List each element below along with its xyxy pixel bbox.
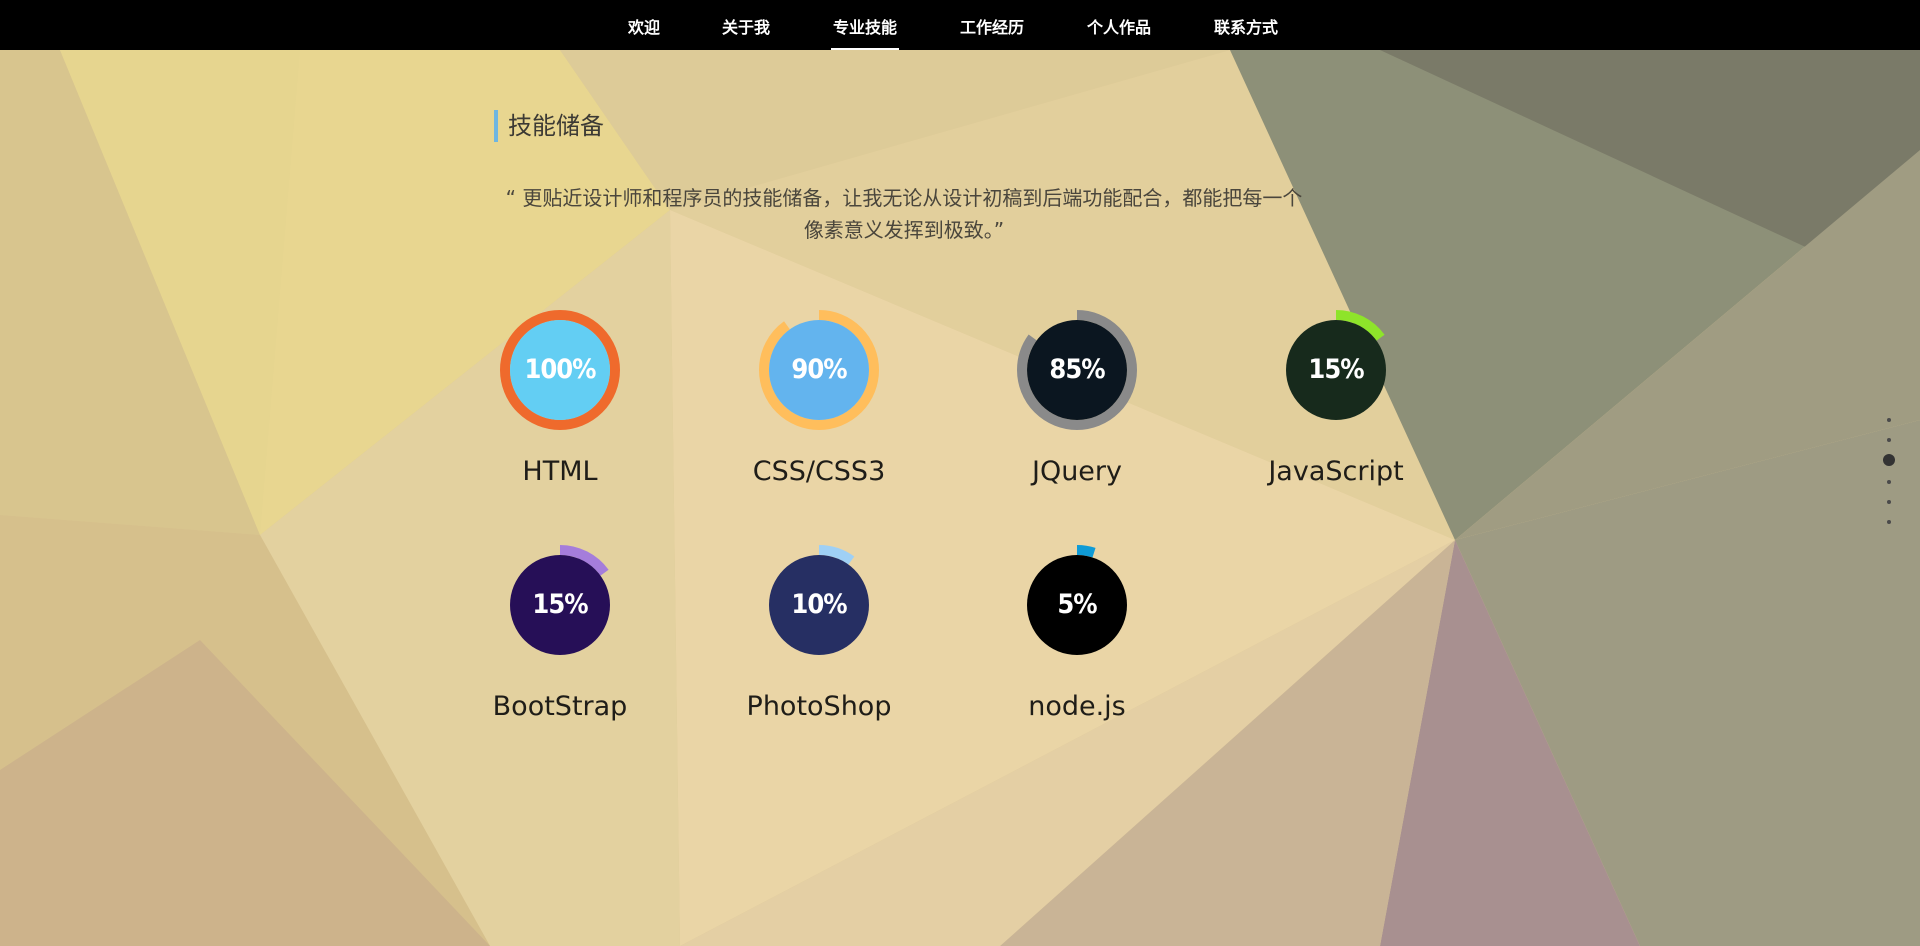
- nav-item-works[interactable]: 个人作品: [1085, 0, 1153, 50]
- skill-name: JavaScript: [1268, 456, 1404, 487]
- side-dot-4[interactable]: [1887, 500, 1891, 504]
- skill-name: BootStrap: [492, 691, 628, 722]
- section-title: 技能储备: [494, 110, 604, 142]
- skill-jquery: 85% JQuery: [987, 310, 1167, 510]
- skill-name: CSS/CSS3: [752, 456, 886, 487]
- skill-html: 100% HTML: [470, 310, 650, 510]
- skill-percent-label: 5%: [1057, 589, 1097, 620]
- skill-name: HTML: [522, 456, 598, 487]
- side-dot-5[interactable]: [1887, 520, 1891, 524]
- nav-item-skills[interactable]: 专业技能: [831, 0, 899, 50]
- skill-percent-label: 90%: [791, 354, 847, 385]
- skill-percent-label: 15%: [532, 589, 588, 620]
- skill-percent-label: 15%: [1308, 354, 1364, 385]
- skill-css: 90% CSS/CSS3: [729, 310, 909, 510]
- nav-item-welcome[interactable]: 欢迎: [626, 0, 662, 50]
- nav-item-experience[interactable]: 工作经历: [958, 0, 1026, 50]
- section-quote: “ 更贴近设计师和程序员的技能储备，让我无论从设计初稿到后端功能配合，都能把每一…: [505, 186, 1303, 242]
- skill-name: node.js: [1028, 691, 1126, 722]
- side-dot-nav: [1880, 418, 1900, 538]
- skill-javascript: 15% JavaScript: [1246, 310, 1426, 510]
- background-lowpoly: [0, 50, 1920, 946]
- skill-percent-label: 10%: [791, 589, 847, 620]
- skill-percent-label: 100%: [524, 354, 596, 385]
- nav-item-about[interactable]: 关于我: [719, 0, 773, 50]
- side-dot-2[interactable]: [1883, 454, 1895, 466]
- skill-name: JQuery: [1031, 456, 1123, 487]
- side-dot-0[interactable]: [1887, 418, 1891, 422]
- side-dot-3[interactable]: [1887, 480, 1891, 484]
- skill-nodejs: 5% node.js: [987, 545, 1167, 745]
- skill-photoshop: 10% PhotoShop: [729, 545, 909, 745]
- skill-percent-label: 85%: [1049, 354, 1105, 385]
- top-nav: 欢迎 关于我 专业技能 工作经历 个人作品 联系方式: [0, 0, 1920, 50]
- page: 欢迎 关于我 专业技能 工作经历 个人作品 联系方式 技能储备 “ 更贴近设计师…: [0, 0, 1920, 946]
- skill-name: PhotoShop: [746, 691, 892, 722]
- side-dot-1[interactable]: [1887, 438, 1891, 442]
- skill-bootstrap: 15% BootStrap: [470, 545, 650, 745]
- nav-item-contact[interactable]: 联系方式: [1212, 0, 1280, 50]
